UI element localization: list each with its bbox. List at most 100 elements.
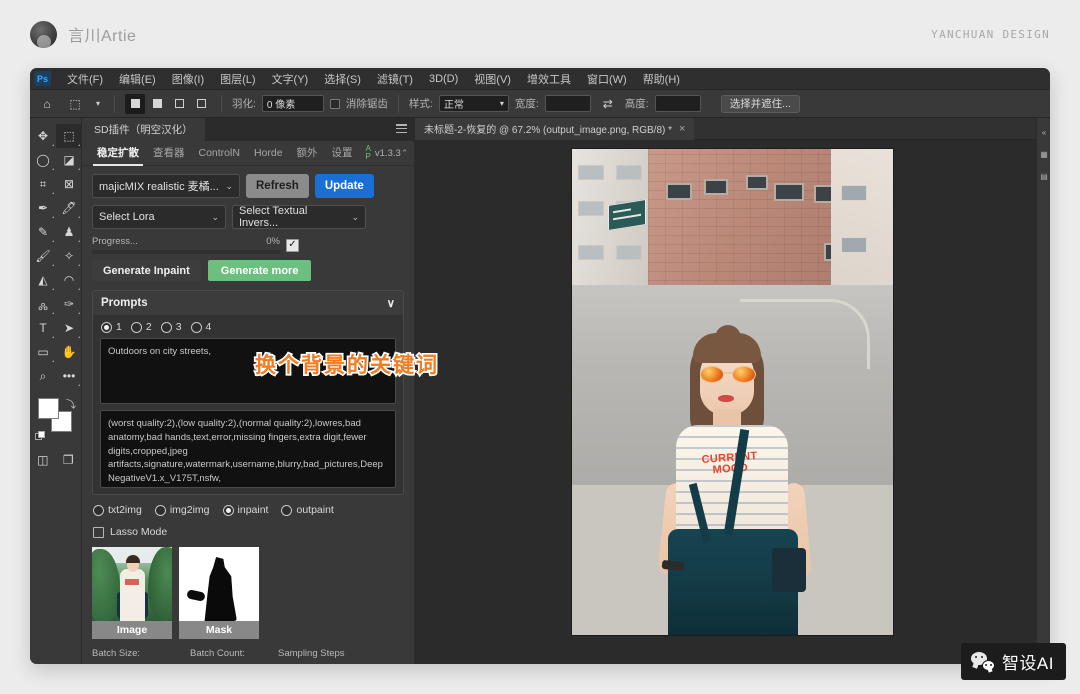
model-select[interactable]: majicMIX realistic 麦橘... ⌄ (92, 174, 240, 198)
paint-bucket-tool[interactable]: ◭ (30, 268, 56, 292)
selection-mode-group (125, 94, 211, 114)
chevron-down-icon[interactable]: ▾ (92, 93, 104, 115)
menu-window[interactable]: 窗口(W) (579, 68, 635, 90)
default-colors-icon[interactable] (35, 431, 45, 441)
antialias-checkbox[interactable] (330, 99, 340, 109)
screen-mode-icon[interactable]: ❐ (56, 448, 82, 472)
select-and-mask-button[interactable]: 选择并遮住... (721, 95, 800, 113)
selection-new-button[interactable] (125, 94, 145, 114)
path-selection-tool[interactable]: ➤ (56, 316, 82, 340)
quick-mask-icon[interactable]: ◫ (30, 448, 56, 472)
canvas-stage[interactable]: CURRENT MOOD (415, 140, 1050, 664)
menu-filter[interactable]: 滤镜(T) (369, 68, 421, 90)
collapse-panel-icon[interactable]: ⌃ (401, 148, 409, 159)
selection-add-button[interactable] (147, 94, 167, 114)
model-select-value: majicMIX realistic 麦橘... (99, 178, 219, 194)
crop-tool[interactable]: ⌗ (30, 172, 56, 196)
mask-thumbnail[interactable]: Mask (179, 547, 259, 639)
eraser-tool[interactable]: ✧ (56, 244, 82, 268)
dock-expand-icon[interactable]: « (1037, 124, 1050, 140)
height-input[interactable] (655, 95, 701, 112)
menu-image[interactable]: 图像(I) (164, 68, 212, 90)
menu-view[interactable]: 视图(V) (466, 68, 519, 90)
spot-healing-brush-tool[interactable]: 🖊 (56, 196, 82, 220)
menu-plugins[interactable]: 增效工具 (519, 68, 579, 90)
prompt-slot-3[interactable]: 3 (161, 321, 182, 333)
style-select[interactable]: 正常 ▾ (439, 95, 509, 112)
chevron-down-icon[interactable]: ∨ (387, 296, 395, 310)
prompts-header[interactable]: Prompts ∨ (93, 291, 403, 315)
clone-stamp-tool[interactable]: ♟ (56, 220, 82, 244)
brush-tool[interactable]: ✎ (30, 220, 56, 244)
more-tools-icon[interactable]: ••• (56, 364, 82, 388)
lora-select[interactable]: Select Lora ⌄ (92, 205, 226, 229)
mode-inpaint-label: inpaint (238, 504, 269, 516)
menu-file[interactable]: 文件(F) (59, 68, 111, 90)
hand-tool[interactable]: ✋ (56, 340, 82, 364)
selection-subtract-button[interactable] (169, 94, 189, 114)
sd-subtab-horde[interactable]: Horde (247, 143, 290, 164)
negative-prompt-textarea[interactable]: (worst quality:2),(low quality:2),(norma… (100, 410, 396, 488)
sd-subtab-extras[interactable]: 额外 (290, 141, 325, 165)
progress-live-preview-checkbox[interactable]: ✓ (286, 239, 299, 252)
page-header: 言川Artie YANCHUAN DESIGN (0, 0, 1080, 68)
generate-more-button[interactable]: Generate more (208, 260, 312, 281)
move-tool[interactable]: ✥ (30, 124, 56, 148)
prompt-slot-4-label: 4 (206, 321, 212, 333)
close-icon[interactable]: × (679, 123, 685, 135)
quick-selection-tool[interactable]: ◪ (56, 148, 82, 172)
dock-layers-icon[interactable]: ▤ (1037, 168, 1050, 184)
frame-tool[interactable]: ⊠ (56, 172, 82, 196)
rectangular-marquee-tool[interactable]: ⬚ (56, 124, 82, 148)
mode-inpaint[interactable]: inpaint (223, 504, 269, 516)
panel-menu-icon[interactable] (396, 124, 407, 133)
refresh-button[interactable]: Refresh (246, 174, 309, 198)
update-button[interactable]: Update (315, 174, 374, 198)
dock-color-icon[interactable]: ▦ (1037, 146, 1050, 162)
image-thumbnail-preview (92, 547, 172, 621)
menu-3d[interactable]: 3D(D) (421, 70, 466, 88)
prompt-slot-1[interactable]: 1 (101, 321, 122, 333)
generate-inpaint-button[interactable]: Generate Inpaint (92, 260, 201, 281)
artboard[interactable]: CURRENT MOOD (572, 149, 893, 635)
textual-inversion-select[interactable]: Select Textual Invers... ⌄ (232, 205, 366, 229)
prompt-slot-2[interactable]: 2 (131, 321, 152, 333)
blur-tool[interactable]: ◠ (56, 268, 82, 292)
pen-tool[interactable]: ✑ (56, 292, 82, 316)
zoom-tool[interactable]: ⌕ (30, 364, 56, 388)
lasso-tool[interactable]: ◯ (30, 148, 56, 172)
swap-dimensions-icon[interactable]: ⇄ (597, 93, 619, 115)
prompt-slot-4[interactable]: 4 (191, 321, 212, 333)
foreground-color-swatch[interactable] (38, 398, 59, 419)
rectangle-tool[interactable]: ▭ (30, 340, 56, 364)
radio-icon (223, 505, 234, 516)
type-tool[interactable]: T (30, 316, 56, 340)
history-brush-tool[interactable]: 🖌 (30, 244, 56, 268)
sd-subtab-viewer[interactable]: 查看器 (146, 141, 192, 165)
lasso-mode-checkbox[interactable] (93, 527, 104, 538)
menu-type[interactable]: 文字(Y) (264, 68, 317, 90)
mode-txt2img[interactable]: txt2img (93, 504, 142, 516)
feather-input[interactable]: 0 像素 (262, 95, 324, 112)
marquee-tool-preset-icon[interactable]: ⬚ (64, 93, 86, 115)
canvas-image: CURRENT MOOD (572, 149, 893, 635)
menu-help[interactable]: 帮助(H) (635, 68, 688, 90)
sd-subtab-controlnet[interactable]: ControlN (192, 143, 247, 164)
menu-layer[interactable]: 图层(L) (212, 68, 263, 90)
width-input[interactable] (545, 95, 591, 112)
lasso-mode-row[interactable]: Lasso Mode (93, 526, 403, 538)
eyedropper-tool[interactable]: ✒ (30, 196, 56, 220)
sd-subtab-stable-diffusion[interactable]: 稳定扩散 (90, 141, 146, 165)
menu-select[interactable]: 选择(S) (316, 68, 369, 90)
menu-edit[interactable]: 编辑(E) (111, 68, 164, 90)
swap-colors-icon[interactable]: ⤵ (66, 396, 76, 411)
selection-intersect-button[interactable] (191, 94, 211, 114)
home-icon[interactable]: ⌂ (36, 93, 58, 115)
document-tab[interactable]: 未标题-2-恢复的 @ 67.2% (output_image.png, RGB… (415, 118, 694, 140)
mode-outpaint[interactable]: outpaint (281, 504, 333, 516)
dodge-tool[interactable]: 🝆 (30, 292, 56, 316)
sd-subtab-settings[interactable]: 设置 (325, 141, 360, 165)
panel-tab-sd[interactable]: SD插件（明空汉化） (82, 118, 205, 141)
mode-img2img[interactable]: img2img (155, 504, 210, 516)
image-thumbnail[interactable]: Image (92, 547, 172, 639)
